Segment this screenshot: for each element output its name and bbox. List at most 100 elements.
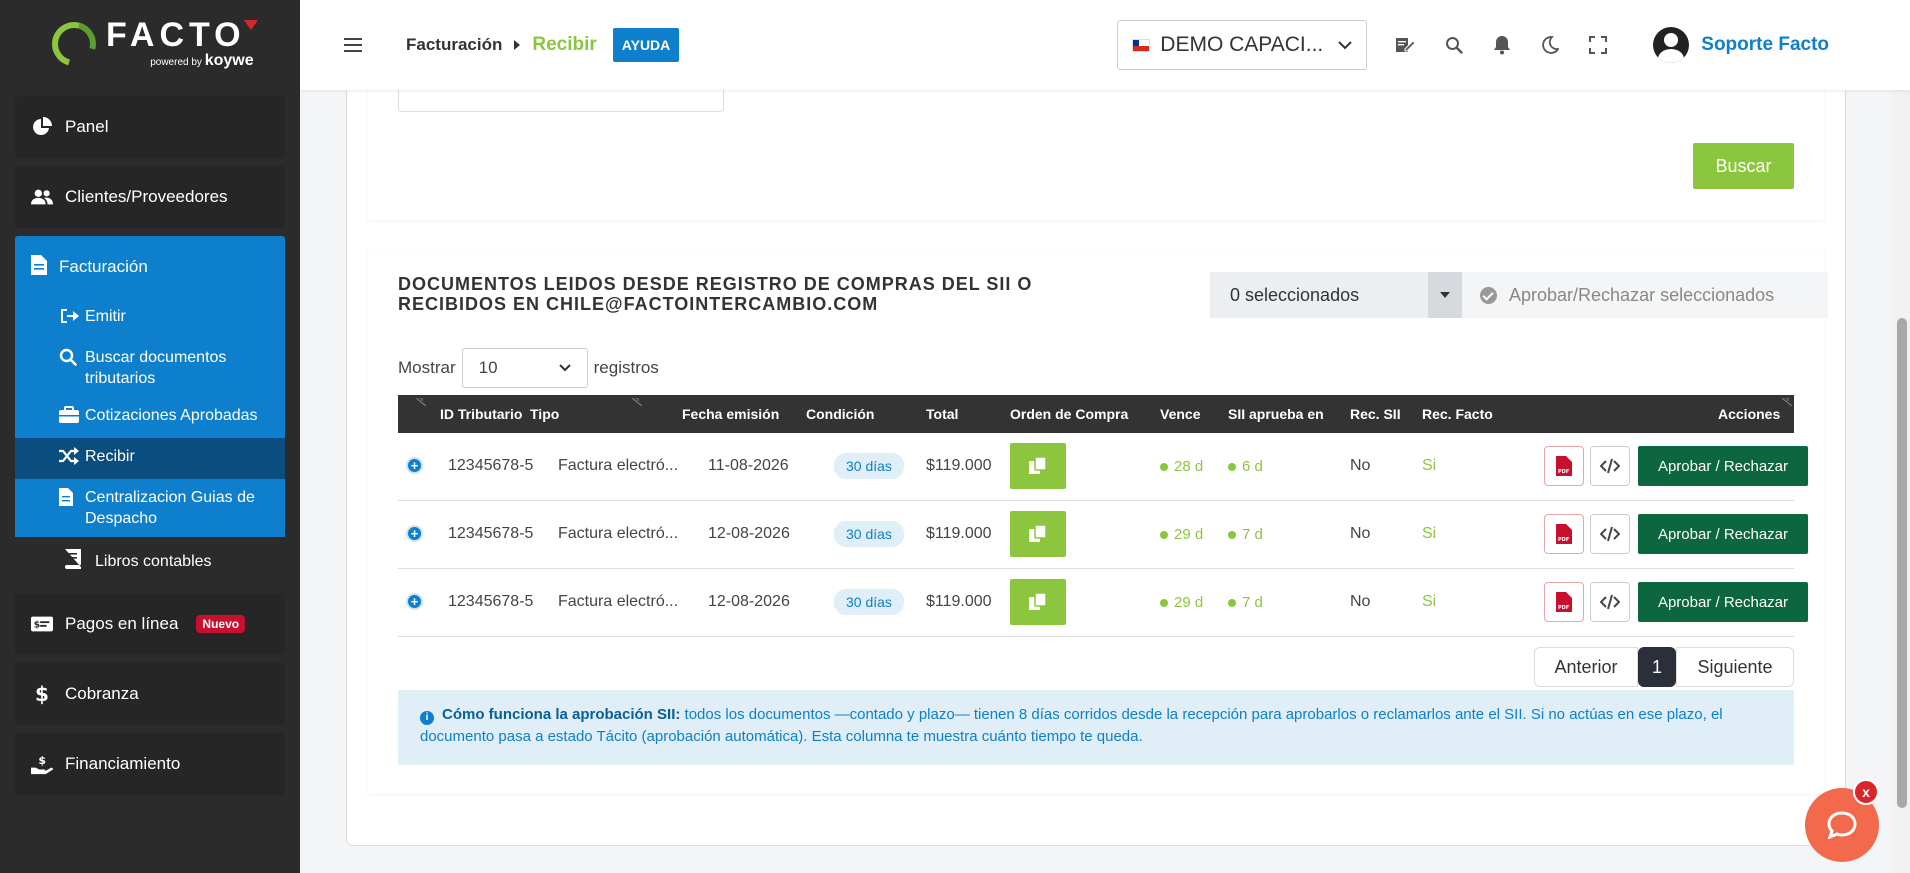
sidebar-item-libros[interactable]: Libros contables: [15, 537, 285, 585]
table-header: ID Tributario Tipo Fecha emisión Condici…: [398, 395, 1794, 433]
bell-icon[interactable]: [1491, 34, 1513, 56]
search-button[interactable]: Buscar: [1693, 143, 1794, 189]
pagination-page-1[interactable]: 1: [1638, 647, 1676, 687]
search-icon: [59, 347, 79, 389]
chevron-down-icon: [1338, 40, 1352, 49]
dollar-icon: $: [31, 683, 53, 705]
chile-flag-icon: [1132, 38, 1151, 52]
selected-count-button[interactable]: 0 seleccionados: [1210, 272, 1428, 318]
xml-button[interactable]: [1590, 582, 1630, 622]
edit-document-icon[interactable]: [1395, 34, 1417, 56]
moon-icon[interactable]: [1539, 34, 1561, 56]
topbar-icons: [1395, 34, 1609, 56]
condition-badge: 30 días: [834, 521, 904, 547]
expand-row-icon[interactable]: +: [406, 593, 423, 610]
file-pdf-icon: PDF: [1556, 456, 1572, 476]
col-recfacto[interactable]: Rec. Facto: [1422, 406, 1493, 422]
approve-reject-button[interactable]: Aprobar / Rechazar: [1638, 514, 1808, 554]
facto-logo[interactable]: FACTO powered by koywe: [0, 0, 300, 88]
purchase-order-button[interactable]: [1010, 443, 1066, 489]
condition-badge: 30 días: [834, 453, 904, 479]
sidebar-item-emitir[interactable]: Emitir: [15, 298, 285, 339]
col-sii[interactable]: SII aprueba en: [1228, 406, 1324, 422]
col-condicion[interactable]: Condición: [806, 406, 874, 422]
cell-sii: 6 d: [1228, 458, 1263, 475]
fullscreen-icon[interactable]: [1587, 34, 1609, 56]
logo-powered: powered by koywe: [150, 52, 254, 69]
sidebar-item-centralizacion[interactable]: Centralizacion Guias de Despacho: [15, 479, 285, 537]
pagination-next[interactable]: Siguiente: [1676, 647, 1794, 687]
col-id[interactable]: ID Tributario: [440, 406, 522, 422]
info-icon: i: [420, 711, 434, 725]
sort-icon[interactable]: [1782, 398, 1792, 406]
users-icon: [31, 186, 53, 208]
cell-tipo: Factura electró...: [558, 593, 679, 610]
cell-recsii: No: [1350, 593, 1371, 610]
xml-button[interactable]: [1590, 514, 1630, 554]
svg-text:$: $: [34, 620, 40, 631]
purchase-order-button[interactable]: [1010, 511, 1066, 557]
approve-selected-button[interactable]: Aprobar/Rechazar seleccionados: [1462, 272, 1828, 318]
approve-reject-button[interactable]: Aprobar / Rechazar: [1638, 446, 1808, 486]
status-dot-icon: [1228, 598, 1236, 607]
pie-chart-icon: [31, 116, 53, 138]
cell-tipo: Factura electró...: [558, 457, 679, 474]
chat-close-button[interactable]: x: [1853, 779, 1879, 805]
pagination-prev[interactable]: Anterior: [1534, 647, 1638, 687]
pdf-button[interactable]: PDF: [1544, 446, 1584, 486]
col-fecha[interactable]: Fecha emisión: [682, 406, 779, 422]
sidebar-item-panel[interactable]: Panel: [15, 96, 285, 158]
col-tipo[interactable]: Tipo: [530, 406, 559, 422]
page-length-select[interactable]: 10: [461, 348, 588, 388]
sidebar-item-cotizaciones[interactable]: Cotizaciones Aprobadas: [15, 397, 285, 438]
pdf-button[interactable]: PDF: [1544, 582, 1584, 622]
col-orden[interactable]: Orden de Compra: [1010, 406, 1128, 422]
avatar: [1653, 27, 1690, 63]
pdf-button[interactable]: PDF: [1544, 514, 1584, 554]
approve-reject-button[interactable]: Aprobar / Rechazar: [1638, 582, 1808, 622]
col-recsii[interactable]: Rec. SII: [1350, 406, 1401, 422]
money-bill-icon: $: [31, 613, 53, 635]
sidebar-item-financiamiento[interactable]: $ Financiamiento: [15, 733, 285, 795]
sort-icon[interactable]: [416, 398, 426, 406]
expand-row-icon[interactable]: +: [406, 457, 423, 474]
status-dot-icon: [1160, 462, 1168, 471]
col-total[interactable]: Total: [926, 406, 958, 422]
page-scrollbar[interactable]: [1892, 0, 1910, 873]
company-selector[interactable]: DEMO CAPACI...: [1117, 20, 1368, 70]
sign-out-icon: [59, 306, 79, 331]
sidebar-item-recibir[interactable]: Recibir: [15, 438, 285, 479]
menu-toggle-icon[interactable]: [344, 34, 362, 56]
col-vence[interactable]: Vence: [1160, 406, 1200, 422]
sidebar-item-clientes[interactable]: Clientes/Proveedores: [15, 166, 285, 228]
expand-row-icon[interactable]: +: [406, 525, 423, 542]
cell-vence: 29 d: [1160, 526, 1203, 543]
sidebar-item-cobranza[interactable]: $ Cobranza: [15, 663, 285, 725]
sii-info-alert: i Cómo funciona la aprobación SII: todos …: [398, 690, 1794, 765]
cell-fecha: 12-08-2026: [708, 593, 790, 610]
code-icon: [1600, 458, 1620, 474]
user-menu[interactable]: Soporte Facto: [1653, 27, 1829, 63]
copy-icon: [1029, 457, 1047, 474]
book-icon: [63, 548, 83, 575]
sidebar-item-pagos[interactable]: $ Pagos en línea Nuevo: [15, 593, 285, 655]
xml-button[interactable]: [1590, 446, 1630, 486]
sidebar-item-buscar[interactable]: Buscar documentos tributarios: [15, 339, 285, 397]
documents-title: DOCUMENTOS LEIDOS DESDE REGISTRO DE COMP…: [398, 274, 1033, 314]
scrollbar-thumb[interactable]: [1897, 318, 1907, 808]
sort-icon[interactable]: [632, 398, 642, 406]
user-name: Soporte Facto: [1701, 34, 1830, 55]
documents-table: ID Tributario Tipo Fecha emisión Condici…: [398, 395, 1808, 637]
selected-dropdown-toggle[interactable]: [1428, 272, 1462, 318]
cell-recfacto: Si: [1422, 593, 1437, 610]
sidebar-item-facturacion[interactable]: Facturación: [15, 236, 285, 298]
svg-text:PDF: PDF: [1558, 469, 1569, 475]
table-row: + 12345678-5 Factura electró... 11-08-20…: [398, 433, 1808, 501]
sidebar-group-facturacion: Facturación Emitir Buscar documentos tri…: [15, 236, 285, 585]
breadcrumb-parent[interactable]: Facturación: [406, 35, 502, 55]
caret-right-icon: [514, 40, 521, 50]
bulk-actions: 0 seleccionados Aprobar/Rechazar selecci…: [1210, 272, 1828, 318]
search-icon[interactable]: [1443, 34, 1465, 56]
purchase-order-button[interactable]: [1010, 579, 1066, 625]
help-button[interactable]: AYUDA: [612, 28, 680, 62]
